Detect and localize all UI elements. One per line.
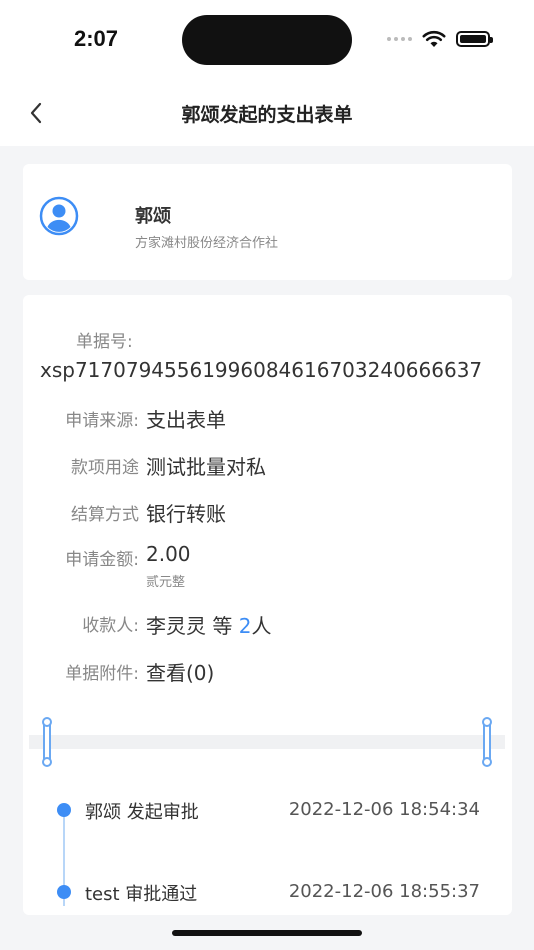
status-bar: 2:07 — [0, 0, 534, 80]
settle-value: 银行转账 — [146, 502, 226, 526]
status-time: 2:07 — [74, 26, 119, 51]
timeline-event-time: 2022-12-06 18:54:34 — [288, 799, 480, 820]
timeline-event-time: 2022-12-06 18:55:37 — [288, 881, 480, 902]
home-indicator[interactable] — [172, 930, 362, 936]
timeline-event-text: test 审批通过 — [85, 884, 198, 905]
source-label: 申请来源: — [65, 411, 139, 431]
amount-label: 申请金额: — [65, 550, 139, 570]
payee-name: 李灵灵 等 — [146, 614, 239, 638]
right-handle-icon — [482, 717, 492, 767]
timeline-dot — [57, 803, 71, 817]
wifi-icon — [422, 30, 446, 47]
source-value: 支出表单 — [146, 408, 226, 432]
battery-icon — [456, 31, 493, 47]
amount-in-words: 贰元整 — [146, 575, 186, 590]
page-title: 郭颂发起的支出表单 — [181, 104, 353, 126]
payee-label: 收款人: — [82, 616, 139, 636]
user-avatar-icon — [39, 196, 79, 236]
doc-no-value: xsp71707945561996084616703240666637 — [40, 358, 483, 382]
payee-value[interactable]: 李灵灵 等 2人 — [146, 610, 271, 639]
dynamic-island — [182, 15, 352, 65]
doc-no-label: 单据号: — [76, 332, 133, 352]
detail-card: 单据号: xsp71707945561996084616703240666637… — [23, 295, 512, 915]
status-icons — [387, 29, 493, 49]
left-handle-icon — [42, 717, 52, 767]
signal-icon — [387, 37, 412, 41]
amount-value: 2.00 — [146, 542, 191, 566]
attach-label: 单据附件: — [65, 664, 139, 684]
applicant-name: 郭颂 — [135, 206, 171, 227]
section-divider — [29, 735, 505, 749]
purpose-value: 测试批量对私 — [146, 455, 266, 479]
payee-count[interactable]: 2 — [239, 614, 252, 638]
payee-suffix: 人 — [251, 614, 272, 638]
nav-bar: 郭颂发起的支出表单 — [0, 80, 534, 146]
attach-link[interactable]: 查看(0) — [146, 657, 214, 686]
purpose-label: 款项用途 — [71, 458, 139, 478]
applicant-org: 方家滩村股份经济合作社 — [135, 236, 279, 251]
timeline-dot — [57, 885, 71, 899]
timeline-event-text: 郭颂 发起审批 — [85, 802, 199, 823]
settle-label: 结算方式 — [71, 505, 139, 525]
applicant-card: 郭颂 方家滩村股份经济合作社 — [23, 164, 512, 280]
